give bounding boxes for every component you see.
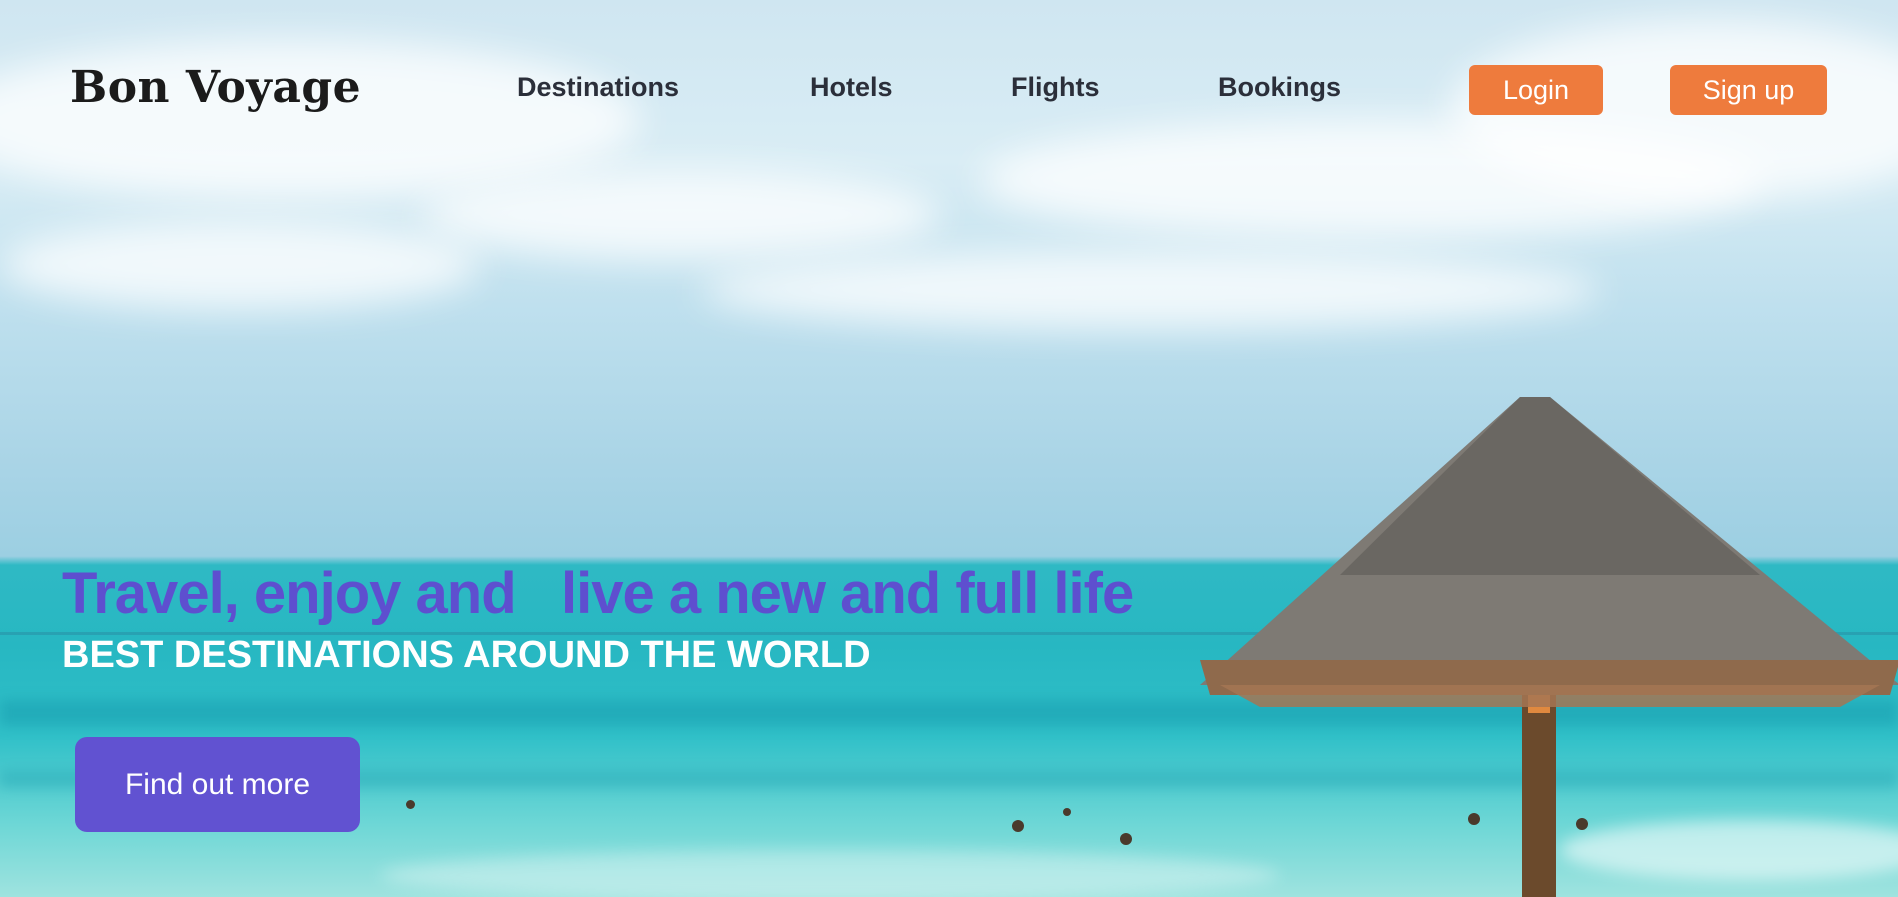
cloud: [0, 220, 480, 310]
nav-hotels-link[interactable]: Hotels: [810, 72, 893, 103]
swimmer: [1012, 820, 1024, 832]
nav-destinations-link[interactable]: Destinations: [517, 72, 679, 103]
swimmer: [1063, 808, 1071, 816]
hero-subheadline: BEST DESTINATIONS AROUND THE WORLD: [62, 634, 871, 676]
login-button[interactable]: Login: [1469, 65, 1603, 115]
hero-headline: Travel, enjoy and live a new and full li…: [62, 561, 1134, 626]
nav-flights-link[interactable]: Flights: [1011, 72, 1100, 103]
signup-button[interactable]: Sign up: [1670, 65, 1827, 115]
cloud: [700, 250, 1600, 330]
cloud: [420, 170, 940, 260]
brand-logo[interactable]: Bon Voyage: [70, 62, 361, 113]
find-out-more-button[interactable]: Find out more: [75, 737, 360, 832]
swimmer: [406, 800, 415, 809]
nav-bookings-link[interactable]: Bookings: [1218, 72, 1341, 103]
wave-foam: [380, 850, 1280, 897]
swimmer: [1120, 833, 1132, 845]
beach-umbrella-image: [1200, 397, 1898, 897]
